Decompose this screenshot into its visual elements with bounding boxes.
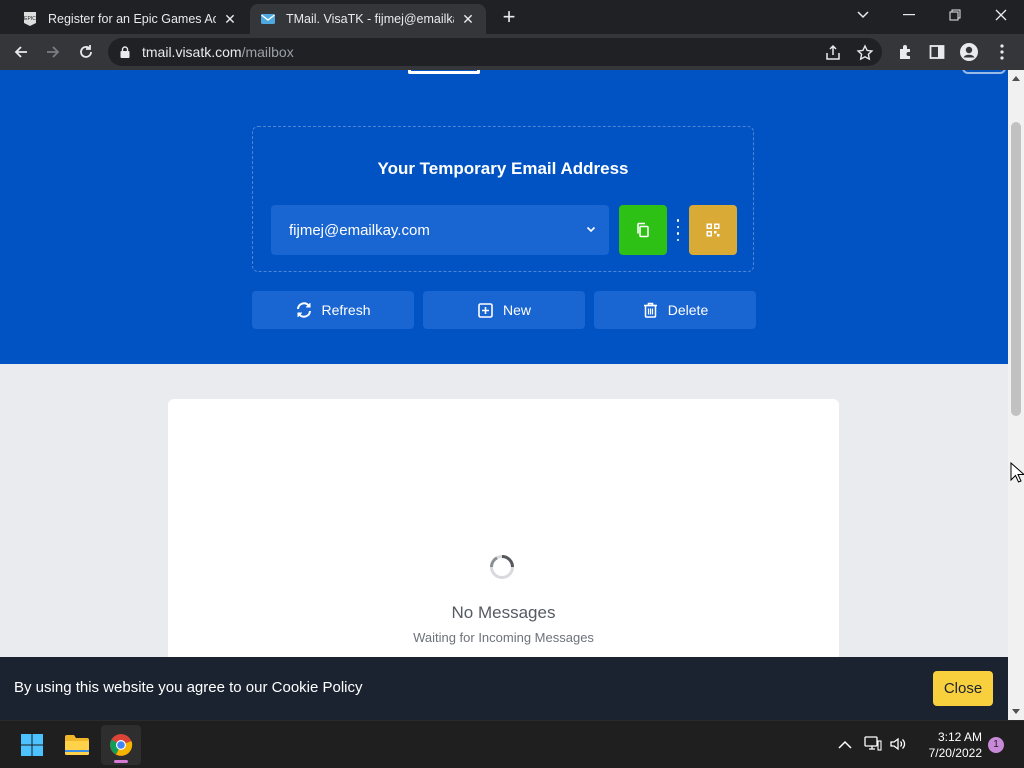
scroll-up-icon[interactable]	[1012, 76, 1020, 81]
reload-button[interactable]	[73, 39, 99, 65]
cookie-close-button[interactable]: Close	[933, 671, 993, 706]
new-email-button[interactable]: New	[423, 291, 585, 329]
clock-date: 7/20/2022	[928, 746, 982, 760]
extensions-icon[interactable]	[896, 42, 916, 62]
tab-title: Register for an Epic Games Accou	[48, 12, 216, 26]
back-button[interactable]	[8, 39, 34, 65]
share-icon[interactable]	[824, 44, 842, 62]
cookie-consent-bar: By using this website you agree to our C…	[0, 657, 1008, 720]
start-button[interactable]	[12, 725, 52, 765]
hero-section: Your Temporary Email Address fijmej@emai…	[0, 70, 1008, 364]
chrome-icon	[110, 734, 133, 756]
copy-icon	[637, 222, 649, 238]
back-arrow-icon	[14, 46, 27, 58]
bookmark-star-icon[interactable]	[856, 44, 874, 62]
windows-logo-icon	[21, 734, 43, 756]
url-path: /mailbox	[241, 44, 294, 60]
refresh-icon	[295, 301, 313, 319]
email-address-select[interactable]: fijmej@emailkay.com	[271, 205, 609, 255]
scroll-down-icon[interactable]	[1012, 709, 1020, 714]
side-panel-icon[interactable]	[927, 42, 947, 62]
scrollbar-thumb[interactable]	[1011, 122, 1021, 416]
volume-icon[interactable]	[889, 735, 907, 753]
tab-tmail[interactable]: TMail. VisaTK - fijmej@emailkay.c ✕	[250, 4, 486, 34]
refresh-button[interactable]: Refresh	[252, 291, 414, 329]
site-logo[interactable]	[408, 70, 598, 74]
tab-title: TMail. VisaTK - fijmej@emailkay.c	[286, 12, 454, 26]
email-address-value: fijmej@emailkay.com	[289, 221, 430, 239]
new-label: New	[502, 302, 531, 318]
menu-toggle-button[interactable]	[962, 70, 1006, 74]
clock-time: 3:12 AM	[937, 730, 982, 744]
minimize-button[interactable]	[886, 0, 932, 30]
no-messages-title: No Messages	[451, 603, 556, 622]
system-clock[interactable]: 3:12 AM 7/20/2022	[916, 729, 982, 761]
address-bar[interactable]: tmail.visatk.com/mailbox	[108, 38, 882, 66]
copy-email-button[interactable]	[619, 205, 667, 255]
mouse-cursor-icon	[1010, 462, 1024, 483]
cookie-policy-text: By using this website you agree to our C…	[14, 679, 363, 696]
delete-label: Delete	[667, 302, 709, 318]
network-icon[interactable]	[864, 735, 882, 753]
windows-taskbar: 3:12 AM 7/20/2022 1	[0, 720, 1024, 768]
tab-close-icon[interactable]: ✕	[460, 11, 476, 27]
tab-epic-games[interactable]: EPIC Register for an Epic Games Accou ✕	[12, 4, 248, 34]
profile-icon[interactable]	[959, 42, 979, 62]
file-explorer-button[interactable]	[57, 725, 97, 765]
svg-text:EPIC: EPIC	[24, 16, 36, 22]
qr-code-icon	[706, 223, 720, 237]
browser-toolbar: tmail.visatk.com/mailbox	[0, 34, 1024, 70]
new-tab-button[interactable]: +	[498, 6, 520, 28]
loading-spinner-icon	[490, 555, 514, 579]
notification-badge[interactable]: 1	[988, 737, 1004, 753]
waiting-subtitle: Waiting for Incoming Messages	[413, 630, 594, 645]
mail-icon	[260, 11, 276, 27]
trash-icon	[642, 301, 660, 319]
show-hidden-icons-chevron-up-icon[interactable]	[836, 735, 854, 753]
chevron-down-icon	[586, 226, 596, 233]
chrome-taskbar-button[interactable]	[101, 725, 141, 765]
page-scrollbar[interactable]	[1008, 70, 1024, 720]
tab-close-icon[interactable]: ✕	[222, 11, 238, 27]
plus-square-icon	[477, 301, 495, 319]
active-app-indicator	[114, 760, 128, 763]
forward-button[interactable]	[40, 39, 66, 65]
more-options-icon[interactable]	[676, 219, 680, 241]
page-viewport: Your Temporary Email Address fijmej@emai…	[0, 70, 1008, 720]
delete-button[interactable]: Delete	[594, 291, 756, 329]
panel-title: Your Temporary Email Address	[377, 159, 629, 178]
forward-arrow-icon	[47, 46, 60, 58]
url-host: tmail.visatk.com	[142, 44, 242, 60]
folder-icon	[65, 735, 89, 755]
close-window-button[interactable]	[978, 0, 1024, 30]
menu-kebab-icon[interactable]	[992, 42, 1012, 62]
tab-search-icon[interactable]	[840, 0, 886, 30]
restore-button[interactable]	[932, 0, 978, 30]
qr-code-button[interactable]	[689, 205, 737, 255]
tab-strip: EPIC Register for an Epic Games Accou ✕ …	[0, 0, 1024, 34]
lock-icon	[120, 46, 130, 58]
reload-icon	[80, 45, 92, 58]
temporary-email-panel: Your Temporary Email Address fijmej@emai…	[252, 126, 754, 272]
refresh-label: Refresh	[321, 302, 371, 318]
epic-games-icon: EPIC	[22, 11, 38, 27]
